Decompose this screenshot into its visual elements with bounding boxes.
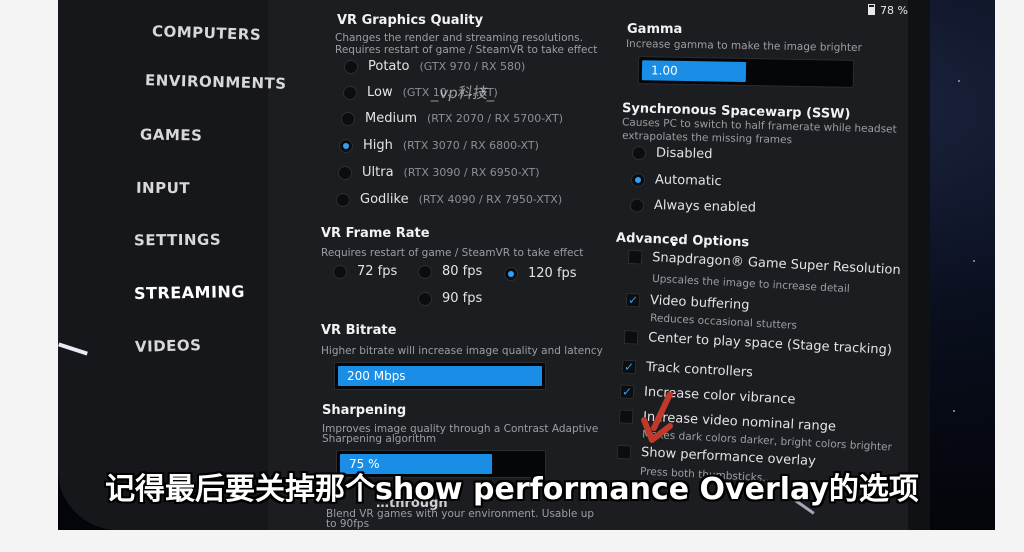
radio-icon: [343, 85, 357, 100]
sidebar-item-input[interactable]: INPUT: [136, 179, 190, 197]
radio-icon: [629, 197, 645, 213]
quality-option-potato[interactable]: Potato (GTX 970 / RX 580): [344, 59, 525, 74]
option-label: Disabled: [655, 145, 713, 163]
bitrate-desc: Higher bitrate will increase image quali…: [321, 345, 603, 357]
battery-level: 78 %: [880, 4, 908, 17]
passthrough-desc: to 90fps: [326, 518, 370, 530]
radio-icon: [341, 111, 355, 126]
checkbox-icon: [618, 408, 634, 424]
graphics-quality-desc: Changes the render and streaming resolut…: [335, 32, 583, 44]
option-hint: (RTX 3090 / RX 6950-XT): [403, 166, 540, 179]
ssw-option-automatic[interactable]: Automatic: [630, 172, 722, 190]
option-hint: (RTX 4090 / RX 7950-XTX): [418, 193, 563, 206]
bitrate-title: VR Bitrate: [321, 323, 397, 338]
slider-value: 200 Mbps: [347, 369, 406, 383]
option-label: High: [363, 138, 393, 153]
option-label: 80 fps: [442, 264, 483, 279]
slider-value: 1.00: [650, 63, 678, 78]
option-label: Potato: [368, 59, 410, 74]
frame-rate-title: VR Frame Rate: [321, 226, 430, 241]
option-label: 90 fps: [442, 291, 483, 306]
sidebar-item-videos[interactable]: VIDEOS: [135, 336, 202, 356]
gamma-slider[interactable]: 1.00: [637, 56, 855, 88]
checkbox-checked-icon: ✓: [619, 383, 635, 399]
star: [973, 260, 975, 262]
sidebar-item-games[interactable]: GAMES: [140, 125, 203, 144]
checkbox-icon: [623, 329, 639, 345]
sidebar-item-environments[interactable]: ENVIRONMENTS: [145, 71, 287, 93]
radio-icon: [338, 165, 352, 180]
option-label: Godlike: [360, 192, 409, 207]
panel-edge: [908, 0, 930, 530]
radio-icon: [333, 264, 347, 279]
quality-option-high[interactable]: High (RTX 3070 / RX 6800-XT): [339, 138, 539, 153]
fps-option-80[interactable]: 80 fps: [418, 264, 482, 279]
radio-icon: [418, 291, 432, 306]
checkbox-checked-icon: ✓: [625, 292, 641, 307]
annotation-arrow-icon: [641, 392, 673, 443]
star: [958, 80, 960, 82]
radio-selected-icon: [339, 138, 353, 153]
option-label: Ultra: [362, 165, 394, 180]
battery-icon: [868, 4, 875, 15]
video-subtitle: 记得最后要关掉那个show performance Overlay的选项: [105, 472, 919, 507]
sharpening-title: Sharpening: [322, 403, 407, 418]
star: [953, 410, 955, 412]
sidebar-item-settings[interactable]: SETTINGS: [134, 231, 221, 250]
radio-icon: [631, 145, 647, 160]
fps-option-120[interactable]: 120 fps: [504, 266, 577, 281]
frame-rate-desc: Requires restart of game / SteamVR to ta…: [321, 247, 584, 259]
sharpening-desc: Sharpening algorithm: [322, 433, 437, 445]
sidebar-item-computers[interactable]: COMPUTERS: [152, 22, 262, 44]
fps-option-72[interactable]: 72 fps: [333, 264, 397, 279]
quality-option-medium[interactable]: Medium (RTX 2070 / RX 5700-XT): [341, 111, 563, 126]
checkbox-icon: [627, 249, 643, 265]
option-label: 120 fps: [528, 266, 577, 281]
option-label: Automatic: [654, 172, 722, 190]
option-label: Always enabled: [653, 197, 757, 216]
radio-icon: [418, 264, 432, 279]
option-label: Medium: [365, 111, 417, 126]
quality-option-godlike[interactable]: Godlike (RTX 4090 / RX 7950-XTX): [336, 192, 562, 207]
radio-selected-icon: [504, 266, 518, 281]
pointer-dot: [672, 242, 676, 246]
checkbox-icon: [616, 444, 632, 460]
battery-status: 78 %: [868, 4, 908, 17]
radio-icon: [344, 59, 358, 74]
quality-option-ultra[interactable]: Ultra (RTX 3090 / RX 6950-XT): [338, 165, 540, 180]
ssw-option-disabled[interactable]: Disabled: [631, 145, 713, 163]
option-hint: (GTX 970 / RX 580): [419, 60, 526, 73]
watermark: _vp科技_: [430, 84, 497, 102]
gamma-title: Gamma: [627, 22, 683, 37]
checkbox-checked-icon: ✓: [621, 359, 637, 374]
fps-option-90[interactable]: 90 fps: [418, 291, 482, 306]
option-label: Low: [367, 85, 393, 100]
radio-selected-icon: [630, 172, 646, 187]
bitrate-slider[interactable]: 200 Mbps: [334, 362, 546, 390]
sidebar-item-streaming[interactable]: STREAMING: [134, 282, 245, 303]
option-hint: (RTX 2070 / RX 5700-XT): [426, 112, 564, 125]
option-hint: (RTX 3070 / RX 6800-XT): [402, 139, 539, 152]
option-label: 72 fps: [357, 264, 398, 279]
radio-icon: [336, 192, 350, 207]
graphics-quality-title: VR Graphics Quality: [337, 13, 484, 28]
graphics-quality-desc: Requires restart of game / SteamVR to ta…: [335, 44, 598, 56]
